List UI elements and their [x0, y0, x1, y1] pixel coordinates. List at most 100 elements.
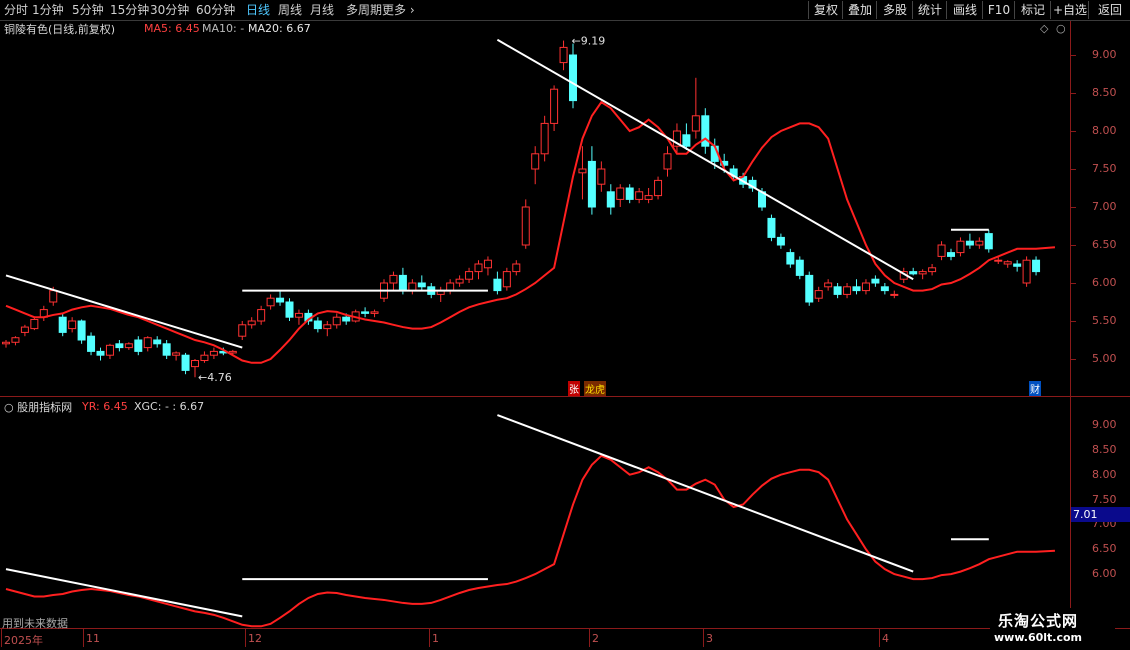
timeframe-7[interactable]: 周线 [278, 2, 302, 18]
y-tick-mark [1070, 207, 1076, 208]
candle-body [389, 274, 398, 284]
candle-body [975, 240, 984, 246]
toolbar-button-1[interactable]: 叠加 [842, 1, 877, 19]
candle-body [682, 134, 691, 147]
candle-body [767, 217, 776, 238]
candle-body [172, 352, 181, 356]
y-tick-mark [1070, 283, 1076, 284]
high-price-label: ←9.19 [572, 35, 606, 48]
toolbar-button-4[interactable]: 画线 [946, 1, 983, 19]
date-separator [703, 629, 704, 647]
candle-body [2, 341, 10, 345]
toolbar-button-7[interactable]: +自选 [1050, 1, 1089, 19]
date-separator [1, 629, 2, 647]
y-tick-mark [1070, 169, 1076, 170]
candle-body [181, 354, 190, 371]
xgc-label: XGC: - : 6.67 [134, 400, 205, 413]
candle-body [861, 282, 870, 292]
y-axis-separator [1070, 21, 1071, 629]
y-tick: 5.00 [1092, 352, 1117, 365]
indicator-chart[interactable] [0, 397, 1070, 628]
candle-body [1022, 259, 1031, 284]
candle-body [654, 179, 663, 197]
candle-body [323, 324, 332, 330]
watermark: 乐淘公式网 www.60lt.com [990, 608, 1115, 650]
timeframe-10[interactable]: 更多 › [382, 2, 415, 18]
candle-body [805, 274, 814, 303]
candle-body [247, 320, 256, 326]
candle-body [332, 316, 341, 326]
y-tick: 6.00 [1092, 276, 1117, 289]
current-value-box: 7.01 [1071, 507, 1130, 522]
timeframe-5[interactable]: 60分钟 [196, 2, 235, 18]
candle-body [880, 286, 889, 292]
y-tick: 6.50 [1092, 238, 1117, 251]
future-data-note: 用到未来数据 [2, 617, 68, 630]
timeframe-2[interactable]: 5分钟 [72, 2, 104, 18]
toolbar-button-5[interactable]: F10 [982, 1, 1015, 19]
candle-body [417, 282, 426, 288]
candle-body [1003, 261, 1012, 265]
date-label: 12 [248, 632, 262, 645]
timeframe-4[interactable]: 30分钟 [150, 2, 189, 18]
candle-body [96, 350, 105, 356]
toolbar-button-6[interactable]: 标记 [1014, 1, 1051, 19]
candle-body [984, 233, 993, 250]
candle-body [266, 297, 275, 307]
indicator-y-tick: 8.00 [1092, 467, 1117, 481]
candle-body [597, 168, 606, 185]
toolbar-button-8[interactable]: 返回 [1088, 1, 1130, 19]
candle-body [965, 240, 974, 246]
candle-body [124, 343, 133, 349]
date-separator [245, 629, 246, 647]
candle-body [956, 240, 965, 254]
candle-body [238, 324, 247, 337]
candle-body [814, 290, 823, 299]
candle-body [644, 195, 653, 200]
y-tick-mark [1070, 245, 1076, 246]
timeframe-9[interactable]: 多周期 [346, 2, 382, 18]
candle-body [49, 290, 58, 303]
timeframe-0[interactable]: 分时 [4, 2, 28, 18]
candle-body [446, 282, 455, 292]
toolbar-button-3[interactable]: 统计 [912, 1, 947, 19]
candle-body [11, 337, 20, 343]
candle-body [521, 206, 530, 246]
timeframe-1[interactable]: 1分钟 [32, 2, 64, 18]
y-tick: 7.50 [1092, 162, 1117, 175]
candle-body [474, 263, 483, 273]
candle-body [58, 316, 67, 333]
low-price-label: ←4.76 [198, 371, 232, 384]
candle-body [833, 286, 842, 295]
candle-body [691, 115, 700, 132]
candlestick-chart[interactable]: ←9.19 ←4.76 [0, 21, 1070, 396]
cai-badge[interactable]: 财 [1029, 381, 1041, 396]
candle-body [578, 168, 587, 174]
candle-body [87, 335, 96, 352]
date-separator [589, 629, 590, 647]
candle-body [408, 282, 417, 292]
candle-body [361, 311, 370, 314]
indicator-y-tick: 6.50 [1092, 542, 1117, 556]
candle-body [30, 318, 39, 330]
longhu-badge[interactable]: 龙虎 [584, 381, 606, 396]
timeframe-3[interactable]: 15分钟 [110, 2, 149, 18]
candle-body [398, 274, 407, 292]
timeframe-8[interactable]: 月线 [310, 2, 334, 18]
timeframe-6[interactable]: 日线 [246, 2, 270, 18]
toolbar-button-2[interactable]: 多股 [876, 1, 913, 19]
candle-body [276, 297, 285, 303]
toolbar-button-0[interactable]: 复权 [808, 1, 843, 19]
candle-body [313, 320, 322, 330]
candle-body [587, 160, 596, 208]
watermark-url: www.60lt.com [994, 631, 1083, 644]
candle-body [1013, 263, 1022, 267]
date-label: 3 [706, 632, 713, 645]
candle-body [342, 316, 351, 322]
candle-body [134, 339, 143, 352]
y-tick: 5.50 [1092, 314, 1117, 327]
zhang-badge[interactable]: 张 [568, 381, 580, 396]
candle-body [502, 271, 511, 288]
candle-body [209, 350, 218, 356]
y-tick: 8.50 [1092, 86, 1117, 99]
